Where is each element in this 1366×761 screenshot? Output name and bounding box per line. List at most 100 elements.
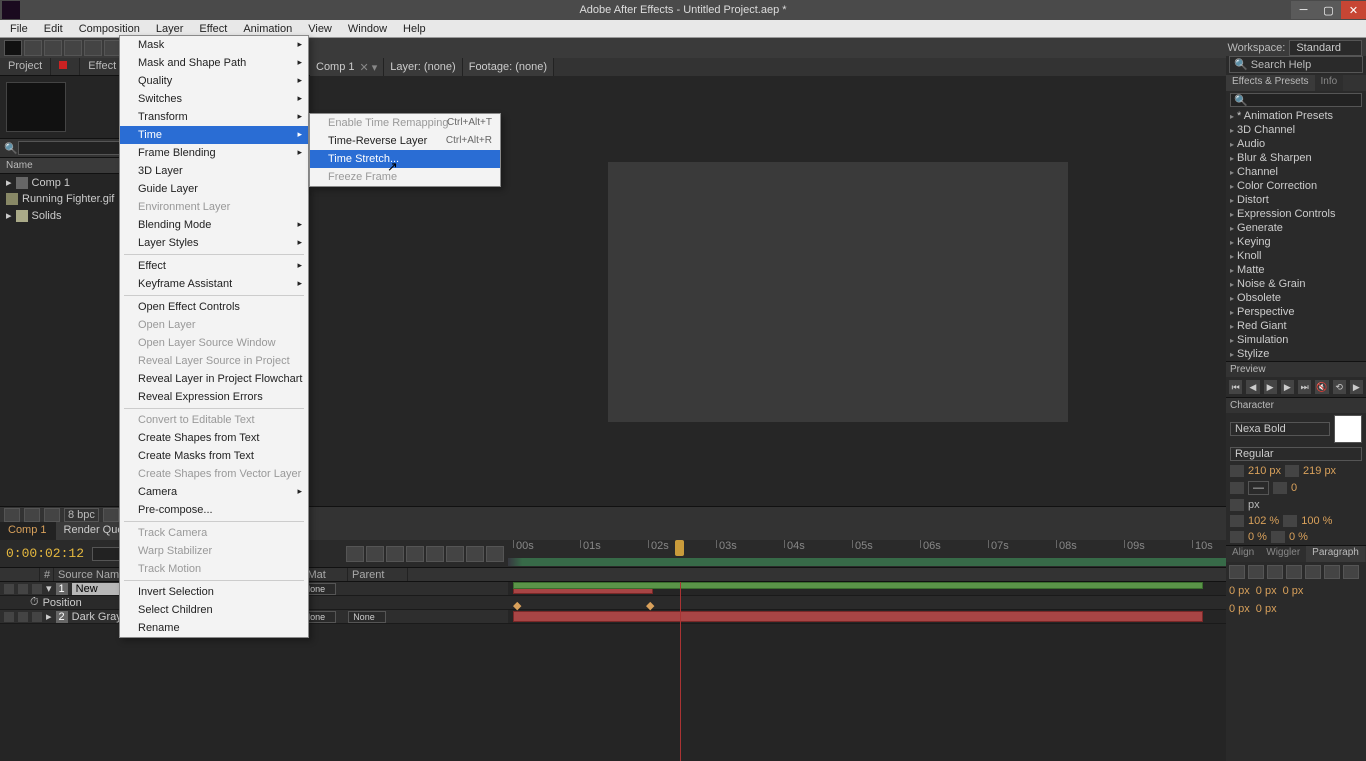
effects-category[interactable]: ▸Audio [1226,137,1366,151]
effects-category[interactable]: ▸Simulation [1226,333,1366,347]
workspace-dropdown[interactable]: Standard [1289,40,1362,56]
justify-last-center-icon[interactable] [1305,565,1321,579]
align-right-icon[interactable] [1267,565,1283,579]
tab-align[interactable]: Align [1226,546,1260,562]
tl-btn-4[interactable] [406,546,424,562]
menuitem-guide-layer[interactable]: Guide Layer [120,180,308,198]
layer-duration-bar[interactable] [513,582,1203,589]
menu-help[interactable]: Help [395,22,434,36]
rotate-tool-icon[interactable] [64,40,82,56]
menu-animation[interactable]: Animation [235,22,300,36]
menuitem-reveal-layer-flowchart[interactable]: Reveal Layer in Project Flowchart [120,370,308,388]
mute-icon[interactable]: 🔇 [1315,380,1328,394]
comp-tab-active[interactable]: Comp 1 ✕ ▾ [310,58,384,76]
menu-effect[interactable]: Effect [191,22,235,36]
menuitem-time[interactable]: Time [120,126,308,144]
align-center-icon[interactable] [1248,565,1264,579]
indent-value[interactable]: 0 px [1256,603,1277,615]
indent-value[interactable]: 0 px [1229,603,1250,615]
tracking-value[interactable]: 0 [1291,482,1297,494]
stopwatch-icon[interactable]: ⏱ [30,596,39,609]
play-icon[interactable]: ▶ [1264,380,1277,394]
menuitem-mask[interactable]: Mask [120,36,308,54]
effects-category[interactable]: ▸Red Giant [1226,319,1366,333]
work-area-bar[interactable] [508,558,1226,566]
effects-search-input[interactable]: 🔍 [1230,93,1362,107]
close-icon[interactable]: ✕ [360,61,369,74]
effects-category[interactable]: ▸3D Channel [1226,123,1366,137]
indent-value[interactable]: 0 px [1229,585,1250,597]
comp-tab-layer[interactable]: Layer: (none) [384,58,462,76]
tsume-value[interactable]: 0 % [1289,531,1308,543]
effects-category[interactable]: ▸Stylize [1226,347,1366,361]
tab-effect-controls-indicator[interactable] [51,58,80,75]
effects-category[interactable]: ▸Distort [1226,193,1366,207]
tab-project[interactable]: Project [0,58,51,75]
tl-btn-6[interactable] [446,546,464,562]
tab-effects-presets[interactable]: Effects & Presets [1226,75,1315,91]
menuitem-mask-shape-path[interactable]: Mask and Shape Path [120,54,308,72]
indent-value[interactable]: 0 px [1283,585,1304,597]
composition-canvas[interactable] [608,162,1068,422]
visibility-icon[interactable] [4,612,14,622]
effects-category[interactable]: ▸Generate [1226,221,1366,235]
hand-tool-icon[interactable] [24,40,42,56]
effects-category[interactable]: ▸Matte [1226,263,1366,277]
close-button[interactable]: ✕ [1341,1,1366,19]
tl-btn-8[interactable] [486,546,504,562]
baseline-value[interactable]: 0 % [1248,531,1267,543]
minimize-button[interactable]: ─ [1291,1,1316,19]
camera-tool-icon[interactable] [84,40,102,56]
effects-category[interactable]: ▸* Animation Presets [1226,109,1366,123]
vscale-value[interactable]: 102 % [1248,515,1279,527]
zoom-tool-icon[interactable] [44,40,62,56]
font-family-dropdown[interactable]: Nexa Bold [1230,422,1330,436]
effects-category[interactable]: ▸Keying [1226,235,1366,249]
tab-wiggler[interactable]: Wiggler [1260,546,1306,562]
kerning-dropdown[interactable]: — [1248,481,1269,495]
justify-last-left-icon[interactable] [1286,565,1302,579]
effects-category[interactable]: ▸Channel [1226,165,1366,179]
font-style-dropdown[interactable]: Regular [1230,447,1362,461]
menuitem-keyframe-assistant[interactable]: Keyframe Assistant [120,275,308,293]
leading-value[interactable]: 219 px [1303,465,1336,477]
bpc-toggle[interactable]: 8 bpc [64,508,99,522]
menuitem-invert-selection[interactable]: Invert Selection [120,583,308,601]
next-frame-icon[interactable]: ▶ [1281,380,1294,394]
first-frame-icon[interactable]: ⏮ [1229,380,1242,394]
delete-icon[interactable] [103,508,119,522]
tl-btn-5[interactable] [426,546,444,562]
menu-file[interactable]: File [2,22,36,36]
menuitem-effect[interactable]: Effect [120,257,308,275]
menuitem-layer-styles[interactable]: Layer Styles [120,234,308,252]
menuitem-camera[interactable]: Camera [120,483,308,501]
selection-tool-icon[interactable] [4,40,22,56]
effects-category[interactable]: ▸Noise & Grain [1226,277,1366,291]
layer-duration-bar[interactable] [513,611,1203,622]
align-left-icon[interactable] [1229,565,1245,579]
justify-last-right-icon[interactable] [1324,565,1340,579]
solo-icon[interactable] [18,584,28,594]
new-folder-icon[interactable] [44,508,60,522]
justify-all-icon[interactable] [1343,565,1359,579]
timeline-timecode[interactable]: 0:00:02:12 [6,546,84,561]
tl-btn-1[interactable] [346,546,364,562]
tab-paragraph[interactable]: Paragraph [1306,546,1365,562]
lock-icon[interactable] [32,584,42,594]
text-color-swatch[interactable] [1334,415,1362,443]
menuitem-select-children[interactable]: Select Children [120,601,308,619]
menuitem-3d-layer[interactable]: 3D Layer [120,162,308,180]
solo-icon[interactable] [18,612,28,622]
effects-category[interactable]: ▸Perspective [1226,305,1366,319]
menuitem-frame-blending[interactable]: Frame Blending [120,144,308,162]
effects-category[interactable]: ▸Blur & Sharpen [1226,151,1366,165]
tl-btn-3[interactable] [386,546,404,562]
menuitem-pre-compose[interactable]: Pre-compose... [120,501,308,519]
maximize-button[interactable]: ▢ [1316,1,1341,19]
effects-category[interactable]: ▸Color Correction [1226,179,1366,193]
parent-dropdown[interactable]: None [348,611,386,623]
menu-layer[interactable]: Layer [148,22,192,36]
timeline-ruler[interactable]: 00s 01s 02s 03s 04s 05s 06s 07s 08s 09s … [508,540,1226,567]
menuitem-create-shapes-text[interactable]: Create Shapes from Text [120,429,308,447]
loop-icon[interactable]: ⟲ [1333,380,1346,394]
